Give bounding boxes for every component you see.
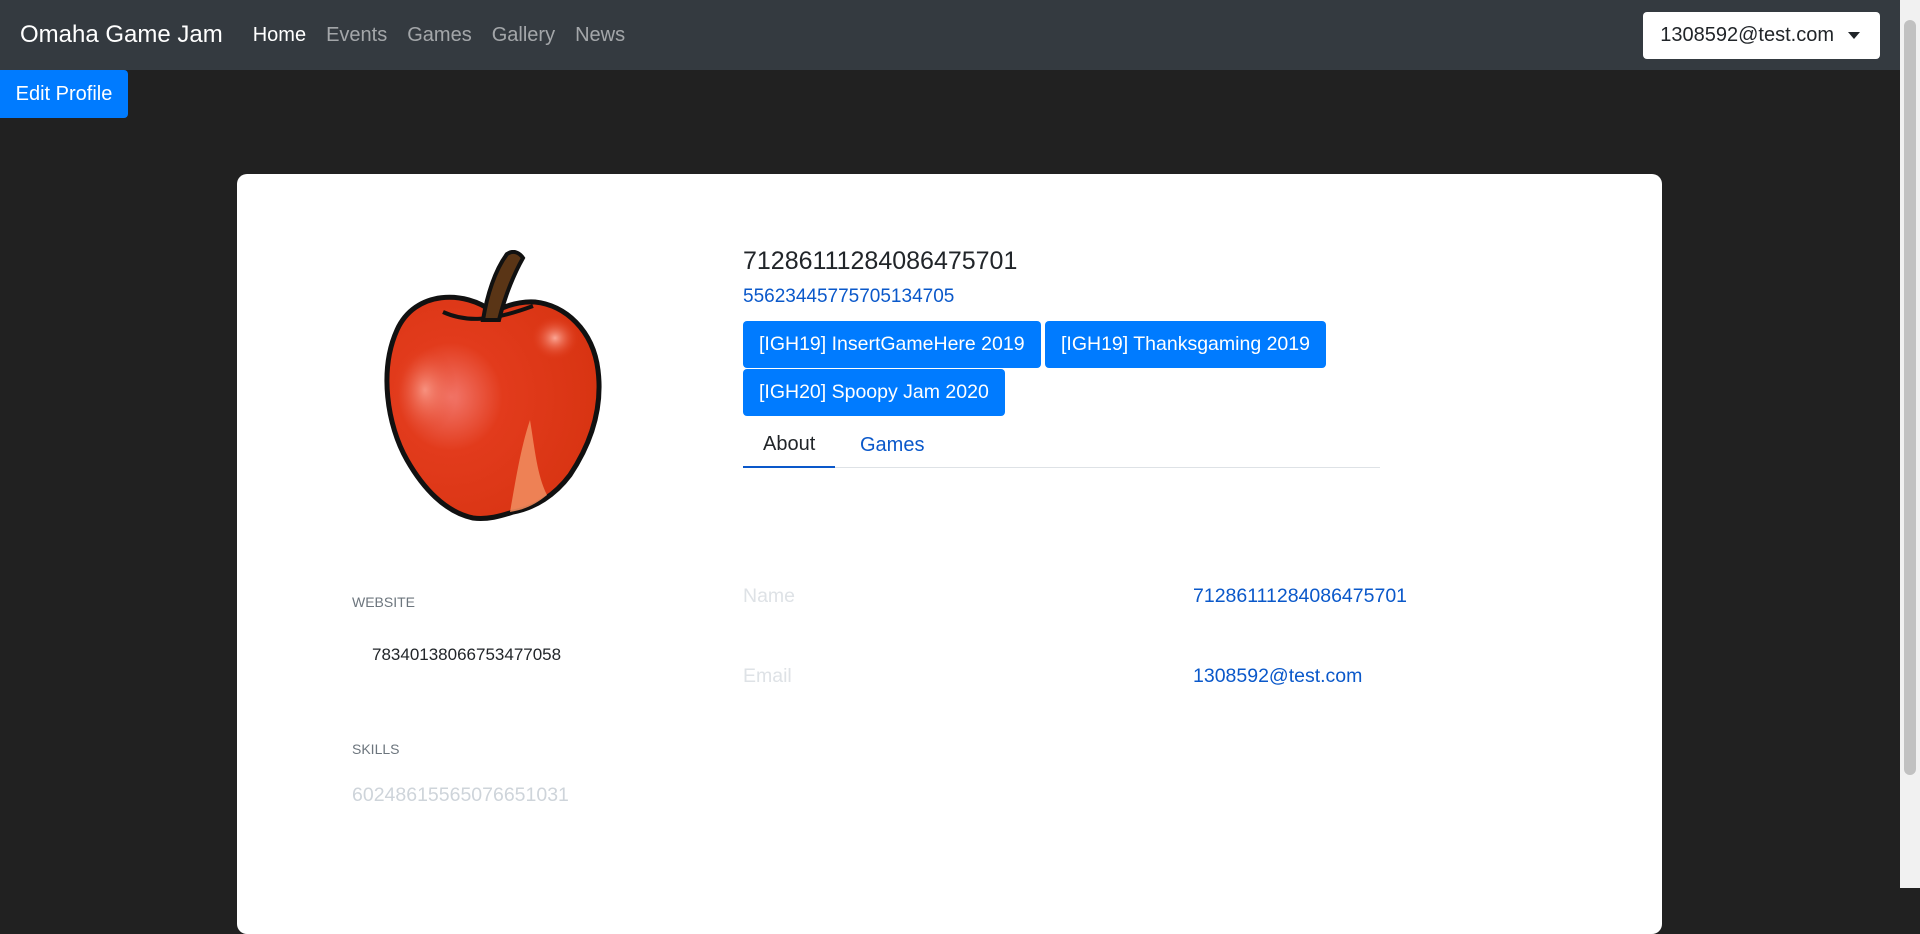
about-name-value[interactable]: 71286111284086475701 (1193, 585, 1407, 608)
top-navbar: Omaha Game Jam Home Events Games Gallery… (0, 0, 1900, 70)
skills-label: SKILLS (352, 741, 400, 757)
scrollbar-thumb[interactable] (1904, 20, 1916, 775)
user-menu-dropdown[interactable]: 1308592@test.com (1643, 12, 1880, 59)
website-label: WEBSITE (352, 594, 416, 610)
skills-value: 60248615565076651031 (352, 784, 569, 806)
about-email-value[interactable]: 1308592@test.com (1193, 665, 1362, 688)
apple-avatar-image (384, 250, 602, 521)
nav-link-games[interactable]: Games (407, 24, 471, 47)
tab-games[interactable]: Games (860, 422, 924, 468)
profile-display-name: 71286111284086475701 (743, 247, 1018, 275)
profile-card: 71286111284086475701 5562344577570513470… (237, 174, 1662, 934)
edit-profile-button[interactable]: Edit Profile (0, 70, 128, 118)
page-scrollbar[interactable] (1900, 0, 1920, 888)
website-value: 78340138066753477058 (372, 645, 562, 664)
tab-about[interactable]: About (743, 422, 836, 468)
brand-logo[interactable]: Omaha Game Jam (20, 21, 223, 49)
nav-link-gallery[interactable]: Gallery (492, 24, 555, 47)
nav-links: Home Events Games Gallery News (253, 24, 645, 47)
profile-tabs: About Games (743, 422, 1380, 468)
nav-link-home[interactable]: Home (253, 24, 306, 47)
user-email-label: 1308592@test.com (1660, 24, 1834, 46)
nav-link-events[interactable]: Events (326, 24, 387, 47)
profile-secondary-link[interactable]: 55623445775705134705 (743, 286, 954, 308)
about-email-label: Email (743, 665, 792, 687)
about-name-label: Name (743, 585, 796, 607)
event-tag-thanksgaming-2019[interactable]: [IGH19] Thanksgaming 2019 (1045, 321, 1326, 368)
caret-down-icon (1848, 32, 1860, 39)
event-tag-insertgamehere-2019[interactable]: [IGH19] InsertGameHere 2019 (743, 321, 1041, 368)
event-tag-spoopy-jam-2020[interactable]: [IGH20] Spoopy Jam 2020 (743, 369, 1005, 416)
nav-link-news[interactable]: News (575, 24, 625, 47)
